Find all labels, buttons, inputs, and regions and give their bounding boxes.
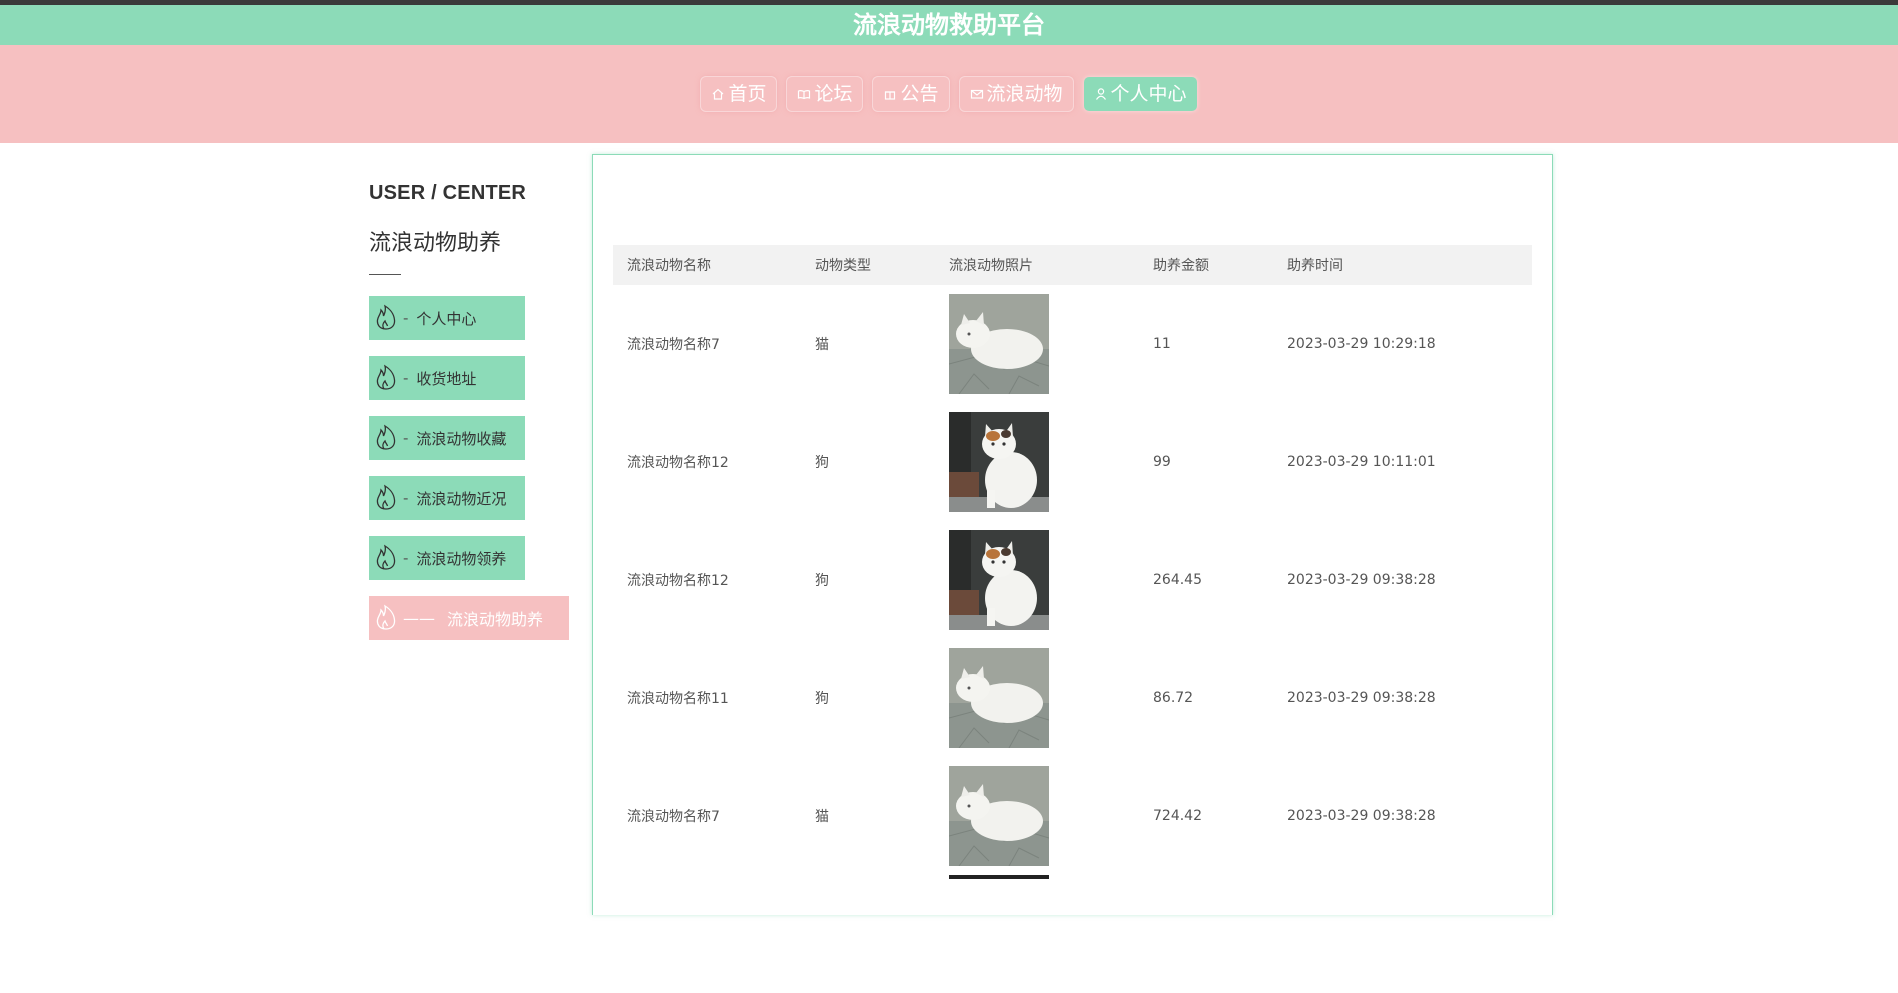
sidebar-divider xyxy=(369,274,401,275)
sidebar-item-label: 流浪动物领养 xyxy=(416,549,507,568)
cell-name: 流浪动物名称7 xyxy=(627,337,720,353)
cell-time: 2023-03-29 09:38:28 xyxy=(1287,690,1436,706)
table-row[interactable]: 流浪动物名称11 狗 86.72 2023-03-29 09:38:28 xyxy=(613,639,1532,757)
nav-item-label: 个人中心 xyxy=(1110,83,1187,105)
cell-type: 狗 xyxy=(815,691,829,707)
cell-name: 流浪动物名称7 xyxy=(627,809,720,825)
nav-item-label: 论坛 xyxy=(814,83,853,105)
site-title: 流浪动物救助平台 xyxy=(853,11,1045,39)
animal-photo-white-cat-lying[interactable] xyxy=(949,294,1049,394)
flame-icon xyxy=(374,364,398,392)
flame-icon xyxy=(374,304,398,332)
cell-time: 2023-03-29 10:11:01 xyxy=(1287,454,1436,470)
sidebar-item-dash: - xyxy=(403,309,409,327)
cell-type: 猫 xyxy=(815,809,829,825)
flame-icon xyxy=(374,604,398,632)
cell-type: 狗 xyxy=(815,455,829,471)
cell-amount: 264.45 xyxy=(1153,572,1202,588)
sidebar-item-personal-center[interactable]: - 个人中心 xyxy=(369,296,525,340)
table-row[interactable]: 流浪动物名称12 狗 xyxy=(613,403,1532,521)
cell-amount: 99 xyxy=(1153,454,1171,470)
home-icon xyxy=(711,87,725,101)
nav-item-label: 流浪动物 xyxy=(986,83,1063,105)
sidebar-title-en: USER / CENTER xyxy=(369,182,527,204)
nav-item-stray-animals[interactable]: 流浪动物 xyxy=(959,77,1073,111)
table-row[interactable]: 流浪动物名称12 狗 xyxy=(613,521,1532,639)
sidebar-item-label: 流浪动物近况 xyxy=(416,489,507,508)
animal-photo-white-cat-sitting[interactable] xyxy=(949,530,1049,630)
site-title-bar: 流浪动物救助平台 xyxy=(0,5,1898,45)
nav-item-home[interactable]: 首页 xyxy=(701,77,777,111)
nav-item-forum[interactable]: 论坛 xyxy=(787,77,863,111)
sidebar-menu: - 个人中心 - 收货地址 - 流浪动物收藏 - 流浪动物近况 - 流浪动物领养… xyxy=(369,296,569,640)
cell-type: 猫 xyxy=(815,337,829,353)
sidebar-item-dash: - xyxy=(403,429,409,447)
user-icon xyxy=(1094,87,1108,101)
book-icon xyxy=(797,87,811,101)
sidebar-item-label: 收货地址 xyxy=(416,369,477,388)
table-row-partial[interactable] xyxy=(613,875,1532,993)
nav-item-personal-center[interactable]: 个人中心 xyxy=(1083,77,1197,111)
col-header-name: 流浪动物名称 xyxy=(613,245,815,285)
sidebar-item-animal-sponsorship[interactable]: —— 流浪动物助养 xyxy=(369,596,569,640)
sidebar-item-dash: - xyxy=(403,489,409,507)
main-nav-bar: 首页 论坛 公告 流浪动物 个人中心 xyxy=(0,45,1898,143)
col-header-photo: 流浪动物照片 xyxy=(949,245,1153,285)
flame-icon xyxy=(374,484,398,512)
cell-amount: 11 xyxy=(1153,336,1171,352)
cell-type: 狗 xyxy=(815,573,829,589)
nav-item-label: 首页 xyxy=(728,83,767,105)
cell-time: 2023-03-29 09:38:28 xyxy=(1287,808,1436,824)
gift-icon xyxy=(883,87,897,101)
animal-photo-white-cat-lying[interactable] xyxy=(949,766,1049,866)
nav-list: 首页 论坛 公告 流浪动物 个人中心 xyxy=(0,77,1898,111)
cell-name: 流浪动物名称12 xyxy=(627,573,729,589)
cell-amount: 724.42 xyxy=(1153,808,1202,824)
animal-photo-white-cat-lying[interactable] xyxy=(949,648,1049,748)
sidebar-title-zh: 流浪动物助养 xyxy=(369,231,502,256)
sidebar-item-dash: —— xyxy=(403,608,435,628)
cell-name: 流浪动物名称11 xyxy=(627,691,729,707)
mail-icon xyxy=(970,87,984,101)
sidebar-item-shipping-address[interactable]: - 收货地址 xyxy=(369,356,525,400)
col-header-type: 动物类型 xyxy=(815,245,949,285)
sidebar-item-label: 个人中心 xyxy=(416,309,477,328)
nav-item-label: 公告 xyxy=(900,83,939,105)
sidebar-item-label: 流浪动物收藏 xyxy=(416,429,507,448)
nav-item-notice[interactable]: 公告 xyxy=(873,77,949,111)
cell-name: 流浪动物名称12 xyxy=(627,455,729,471)
cell-time: 2023-03-29 10:29:18 xyxy=(1287,336,1436,352)
user-center-sidebar: USER / CENTER 流浪动物助养 - 个人中心 - 收货地址 - 流浪动… xyxy=(369,182,569,656)
flame-icon xyxy=(374,544,398,572)
sidebar-item-label: 流浪动物助养 xyxy=(447,610,544,629)
animal-photo-white-cat-sitting[interactable] xyxy=(949,412,1049,512)
table-row[interactable]: 流浪动物名称7 猫 xyxy=(613,285,1532,403)
sidebar-item-animal-updates[interactable]: - 流浪动物近况 xyxy=(369,476,525,520)
cell-amount: 86.72 xyxy=(1153,690,1194,706)
table-row[interactable]: 流浪动物名称7 猫 xyxy=(613,757,1532,875)
sponsorship-panel: 流浪动物名称 动物类型 流浪动物照片 助养金额 助养时间 流浪动物名称7 猫 1… xyxy=(592,154,1553,915)
col-header-amount: 助养金额 xyxy=(1153,245,1287,285)
sidebar-item-animal-adoption[interactable]: - 流浪动物领养 xyxy=(369,536,525,580)
sponsorship-table: 流浪动物名称 动物类型 流浪动物照片 助养金额 助养时间 流浪动物名称7 猫 1… xyxy=(613,245,1532,993)
cell-time: 2023-03-29 09:38:28 xyxy=(1287,572,1436,588)
col-header-time: 助养时间 xyxy=(1287,245,1532,285)
table-header-row: 流浪动物名称 动物类型 流浪动物照片 助养金额 助养时间 xyxy=(613,245,1532,285)
sidebar-item-dash: - xyxy=(403,369,409,387)
sidebar-item-animal-favorites[interactable]: - 流浪动物收藏 xyxy=(369,416,525,460)
flame-icon xyxy=(374,424,398,452)
animal-photo-partial[interactable] xyxy=(949,875,1049,879)
sidebar-item-dash: - xyxy=(403,549,409,567)
